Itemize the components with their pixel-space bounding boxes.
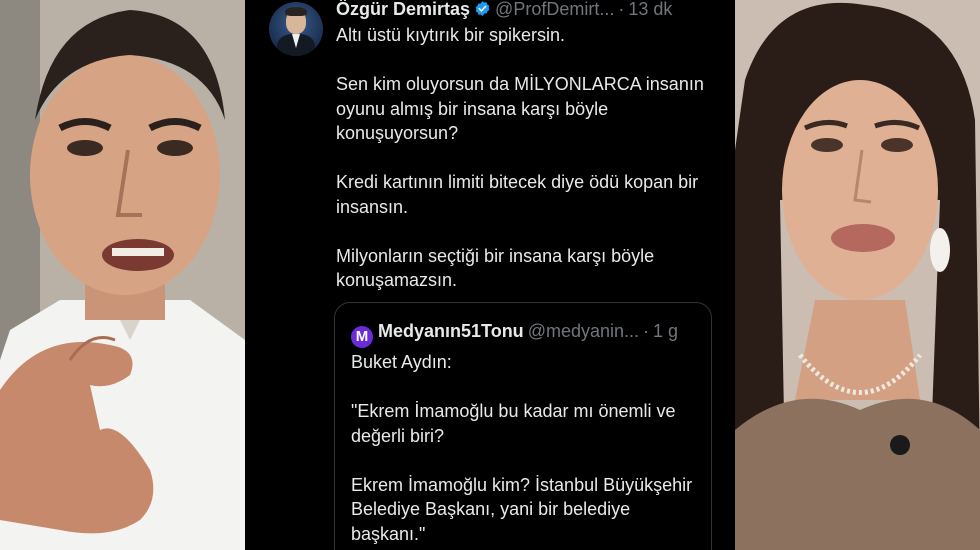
quoted-tweet-header: M Medyanın51Tonu @medyanin... · 1 g	[351, 320, 678, 348]
quoted-author-name[interactable]: Medyanın51Tonu	[378, 321, 524, 341]
tweet-header: Özgür Demirtaş @ProfDemirt... · 13 dk	[336, 0, 672, 20]
quoted-author-handle[interactable]: @medyanin...	[528, 321, 639, 341]
tweet-paragraph: Kredi kartının limiti bitecek diye ödü k…	[336, 172, 699, 217]
tweet-paragraph: Sen kim oluyorsun da MİLYONLARCA insanın…	[336, 74, 704, 143]
tweet-card[interactable]: Özgür Demirtaş @ProfDemirt... · 13 dk Altı …	[245, 0, 735, 550]
quoted-tweet-card[interactable]: M Medyanın51Tonu @medyanin... · 1 g Buket Ay…	[334, 302, 712, 550]
tweet-paragraph: Altı üstü kıytırık bir spikersin.	[336, 25, 566, 45]
woman-photo-illustration	[735, 0, 980, 550]
quoted-paragraph: Buket Aydın:	[351, 352, 452, 372]
author-name[interactable]: Özgür Demirtaş	[336, 0, 470, 19]
separator-dot: ·	[643, 321, 650, 341]
man-photo-illustration	[0, 0, 245, 550]
tweet-timestamp[interactable]: 13 dk	[628, 0, 672, 19]
quoted-paragraph: "Ekrem İmamoğlu bu kadar mı önemli ve de…	[351, 401, 676, 446]
photo-left-man	[0, 0, 245, 550]
separator-dot: ·	[618, 0, 625, 19]
tweet-paragraph: Milyonların seçtiği bir insana karşı böy…	[336, 245, 655, 291]
tweet-text: Altı üstü kıytırık bir spikersin. Sen ki…	[336, 23, 716, 317]
author-avatar[interactable]	[269, 2, 323, 56]
photo-right-woman	[735, 0, 980, 550]
quoted-author-logo-icon[interactable]: M	[351, 326, 373, 348]
quoted-tweet-text: Buket Aydın: "Ekrem İmamoğlu bu kadar mı…	[351, 350, 696, 550]
verified-badge-icon	[475, 1, 490, 16]
quoted-tweet-timestamp[interactable]: 1 g	[653, 321, 678, 341]
quoted-paragraph: Ekrem İmamoğlu kim? İstanbul Büyükşehir …	[351, 474, 693, 544]
author-handle[interactable]: @ProfDemirt...	[495, 0, 614, 19]
